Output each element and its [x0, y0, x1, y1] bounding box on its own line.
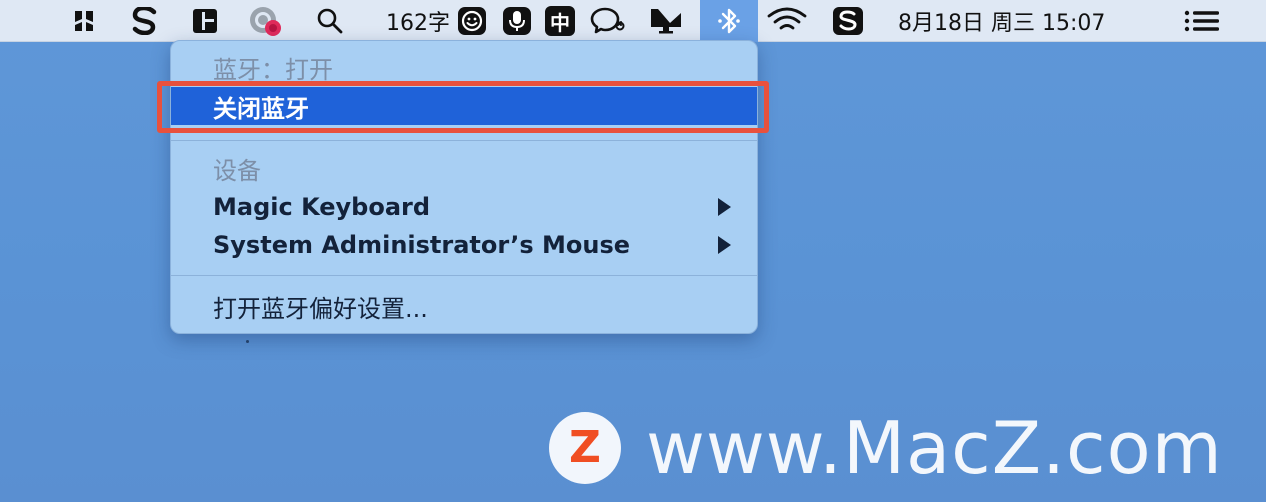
device-name: Magic Keyboard	[213, 193, 431, 221]
device-item-magic-keyboard[interactable]: Magic Keyboard	[171, 188, 757, 226]
chat-bubble-icon[interactable]	[588, 0, 628, 42]
desktop-mark	[246, 340, 249, 343]
control-center-icon[interactable]	[1182, 0, 1222, 42]
open-bluetooth-preferences-item[interactable]: 打开蓝牙偏好设置...	[171, 287, 757, 325]
submenu-arrow-icon	[718, 198, 731, 216]
display-icon[interactable]	[646, 0, 686, 42]
bluetooth-icon[interactable]	[700, 0, 758, 42]
submenu-arrow-icon	[718, 236, 731, 254]
grid-app-icon[interactable]	[190, 0, 220, 42]
word-count[interactable]: 162字	[383, 0, 453, 42]
chinese-input-icon[interactable]: 中	[542, 0, 578, 42]
emoji-icon[interactable]	[455, 0, 489, 42]
menu-bar: 162字 中 8月18日 周三 15:07	[0, 0, 1266, 42]
record-icon[interactable]	[246, 0, 284, 42]
kuaijianfang-icon[interactable]	[70, 0, 98, 42]
chinese-input-label: 中	[545, 6, 575, 36]
devices-header: 设备	[213, 156, 261, 185]
device-name: System Administrator’s Mouse	[213, 231, 630, 259]
microphone-icon[interactable]	[500, 0, 534, 42]
sogou-input-icon[interactable]	[830, 0, 866, 42]
macz-logo: Z	[549, 412, 621, 484]
annotation-highlight-box	[157, 81, 769, 133]
wifi-icon[interactable]	[764, 0, 810, 42]
watermark-text: www.MacZ.com	[646, 406, 1223, 490]
device-item-mouse[interactable]: System Administrator’s Mouse	[171, 226, 757, 264]
macz-logo-letter: Z	[569, 422, 601, 473]
search-icon[interactable]	[314, 0, 346, 42]
menu-separator	[171, 275, 757, 276]
menu-separator	[171, 140, 757, 141]
sogou-s-icon[interactable]	[130, 0, 160, 42]
date-time[interactable]: 8月18日 周三 15:07	[898, 0, 1154, 42]
